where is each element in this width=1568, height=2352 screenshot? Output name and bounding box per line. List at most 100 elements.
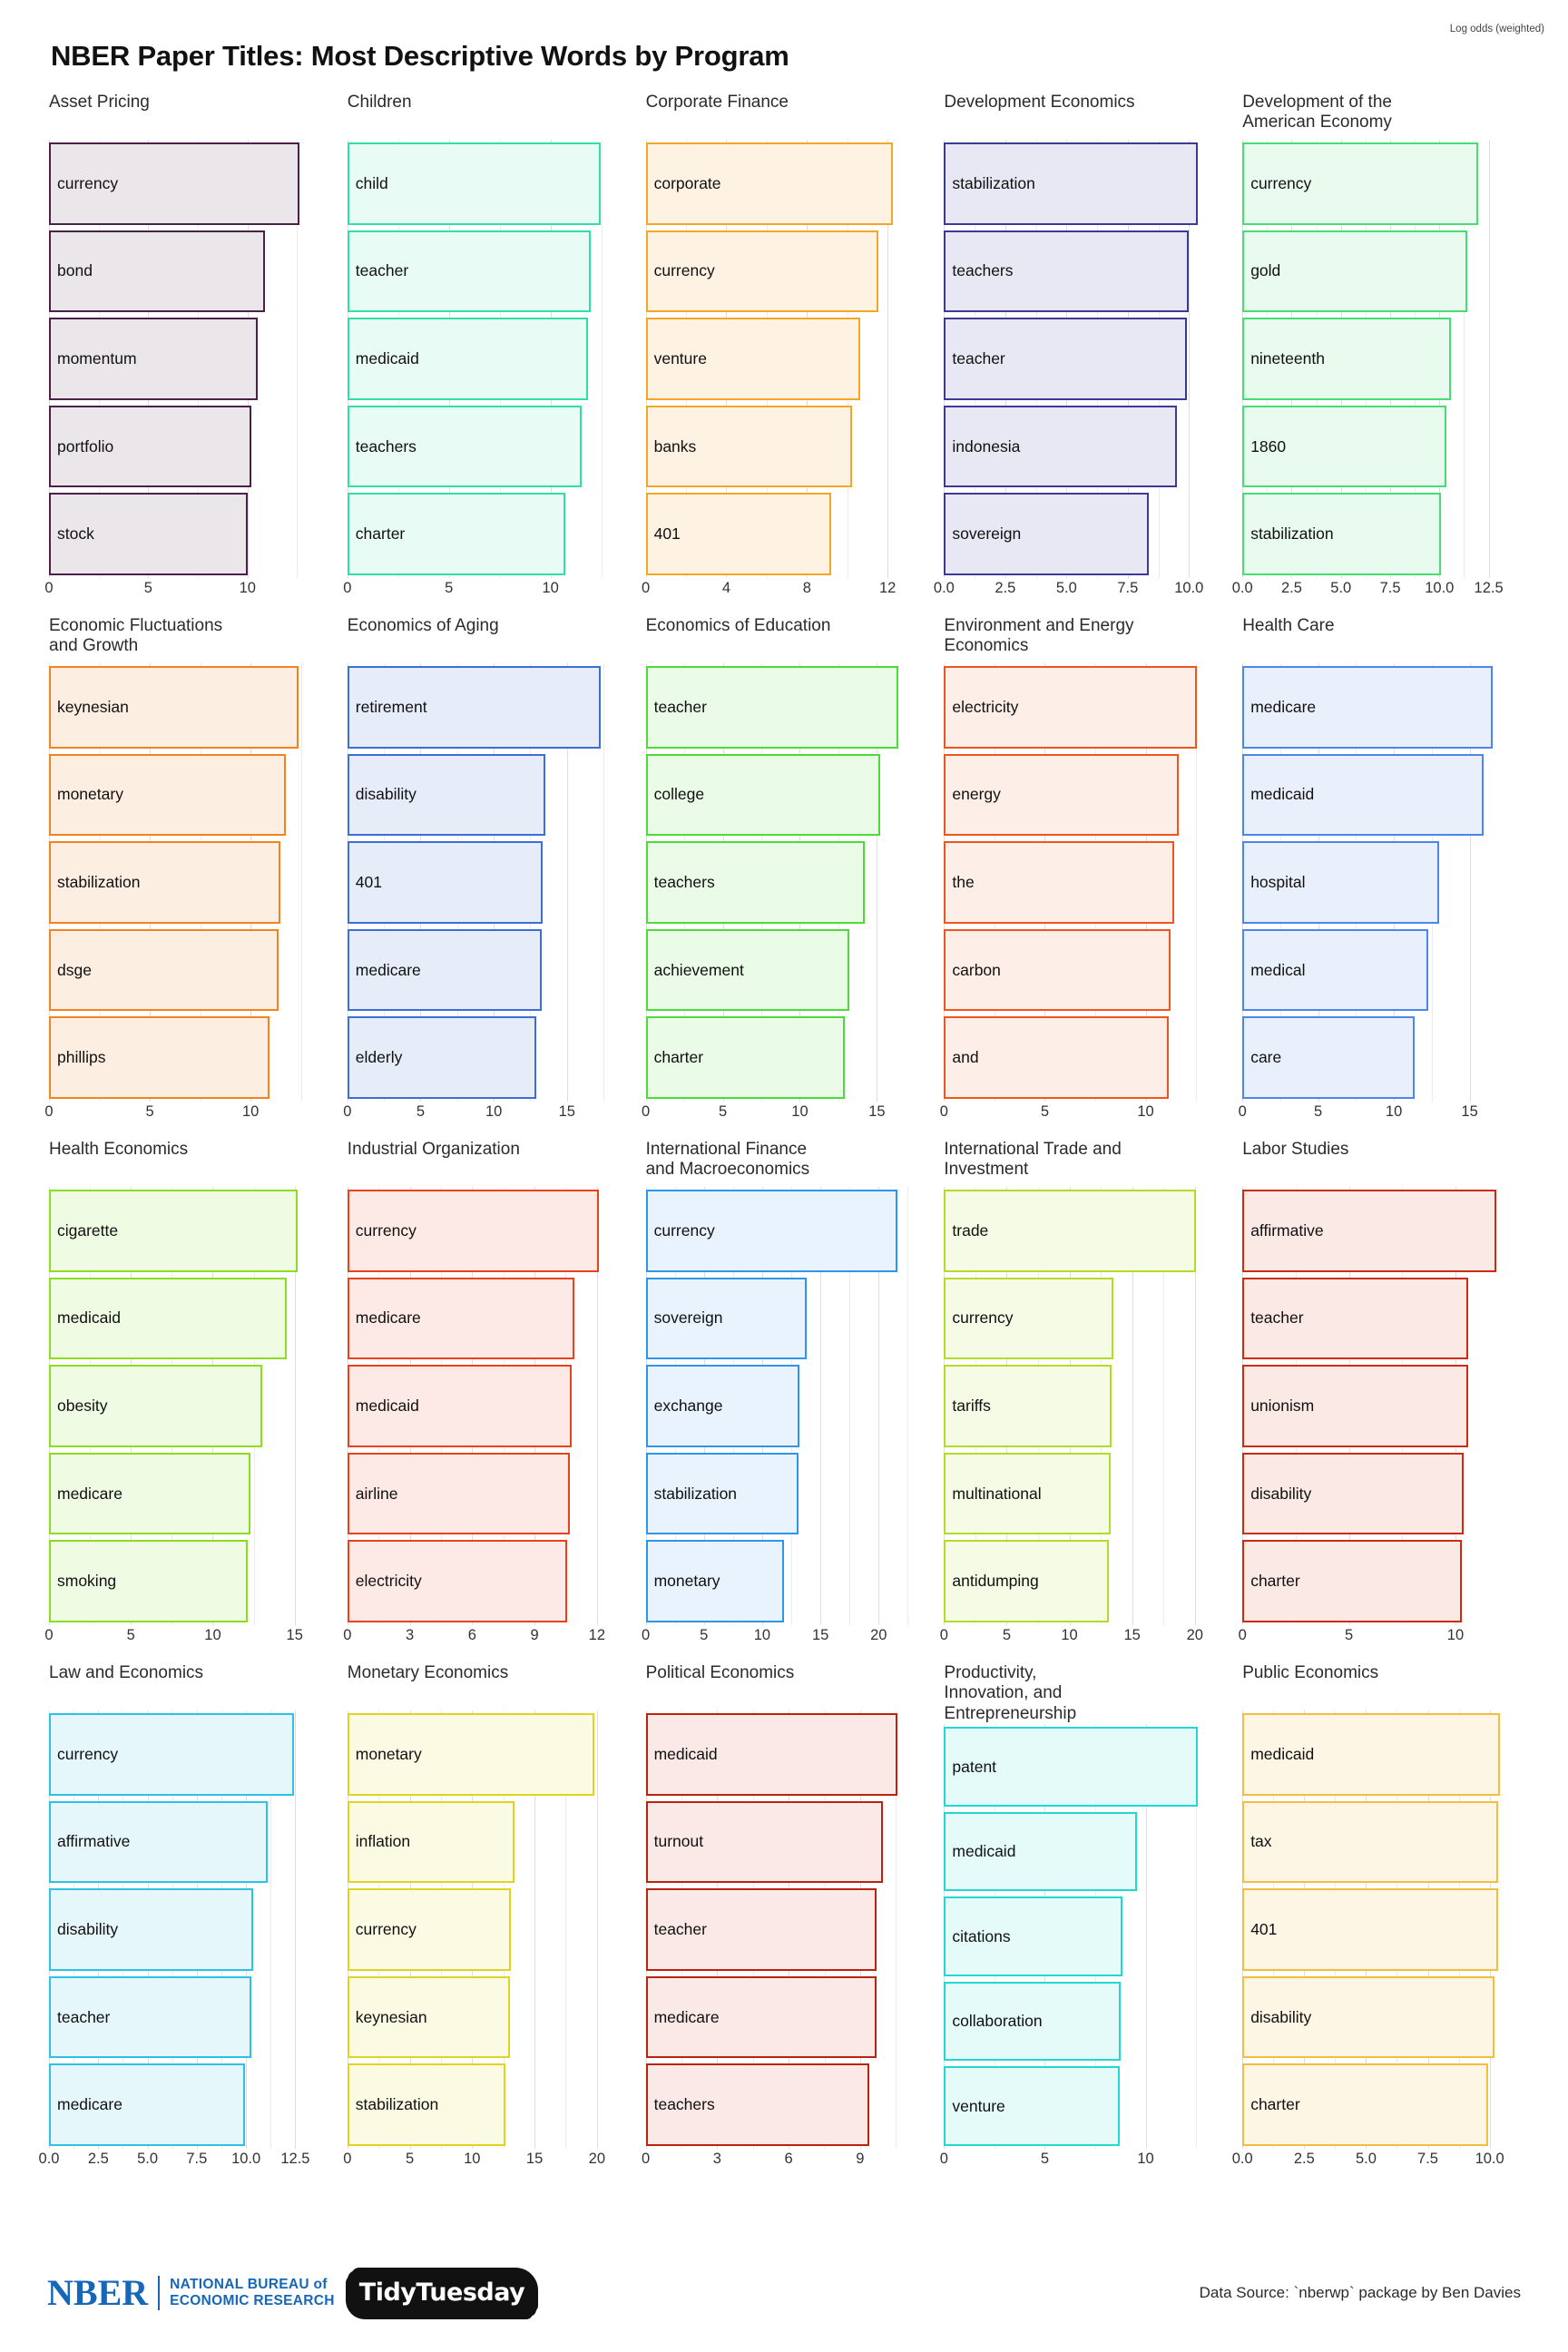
bar-row: teacher — [944, 315, 1206, 403]
bar: stabilization — [49, 841, 281, 924]
bar: hospital — [1242, 841, 1440, 924]
axis-tick-label: 2.5 — [87, 2151, 109, 2167]
bar-row: teachers — [645, 2061, 908, 2149]
bar: momentum — [49, 318, 258, 400]
bar-row: portfolio — [49, 403, 311, 491]
axis-tick-label: 3 — [712, 2151, 721, 2167]
facet-title: Health Care — [1242, 616, 1335, 635]
bar-label: portfolio — [57, 436, 114, 456]
facet-title: Political Economics — [645, 1663, 795, 1682]
bar-row: and — [944, 1014, 1206, 1102]
bar-label: college — [653, 785, 705, 804]
bar-label: currency — [653, 261, 715, 280]
bar: medicare — [347, 1277, 574, 1360]
bar: energy — [944, 753, 1180, 837]
bar-row: medicaid — [347, 315, 610, 403]
bar-label: tariffs — [952, 1396, 991, 1415]
axis-tick-label: 5 — [445, 580, 454, 596]
axis-tick-label: 5.0 — [1330, 580, 1352, 596]
axis-tick-label: 15 — [286, 1627, 303, 1643]
plot-panel: currency sovereign exchange stabilization mo… — [645, 1187, 909, 1625]
bar-row: dsge — [49, 926, 311, 1014]
bar: electricity — [944, 666, 1198, 749]
bar: keynesian — [49, 666, 299, 749]
bar-series: corporate currency venture banks 401 — [645, 140, 908, 578]
bar-series: child teacher medicaid teachers charter — [347, 140, 610, 578]
bar-row: keynesian — [347, 1974, 610, 2062]
bar: sovereign — [944, 493, 1149, 575]
bar-label: charter — [1250, 2095, 1300, 2114]
bar-label: medicaid — [1250, 1744, 1315, 1763]
bar-row: medicaid — [49, 1275, 311, 1363]
plot-panel: monetary inflation currency keynesian stabil… — [347, 1710, 610, 2149]
x-axis: 0 5 10 15 20 — [642, 1625, 908, 1656]
bar-label: teacher — [653, 697, 707, 716]
bar-label: stabilization — [57, 872, 141, 891]
bar: charter — [645, 1016, 845, 1099]
bar-label: charter — [653, 1048, 704, 1067]
bar-series: keynesian monetary stabilization dsge philli… — [49, 663, 311, 1102]
bar-label: disability — [1250, 2007, 1312, 2026]
bar: currency — [49, 1713, 295, 1796]
bar: medicaid — [1242, 753, 1484, 837]
bar: college — [645, 753, 880, 837]
bar-row: affirmative — [49, 1798, 311, 1886]
page-title: NBER Paper Titles: Most Descriptive Word… — [51, 40, 789, 72]
bar-series: currency bond momentum portfolio stock — [49, 140, 311, 578]
bar: phillips — [49, 1016, 270, 1099]
bar-row: stabilization — [944, 140, 1206, 228]
bar: child — [347, 142, 601, 225]
bar-row: disability — [1242, 1974, 1504, 2062]
bar: teacher — [1242, 1277, 1469, 1360]
bar-row: medicare — [49, 1450, 311, 1538]
x-axis: 0 5 10 — [940, 1102, 1206, 1132]
axis-tick-label: 8 — [802, 580, 811, 596]
bar-series: retirement disability 401 medicare elderly — [347, 663, 610, 1102]
bar-label: affirmative — [57, 1832, 131, 1851]
bar-series: medicaid turnout teacher medicare teachers — [645, 1710, 908, 2149]
bar: currency — [1242, 142, 1478, 225]
plot-panel: corporate currency venture banks 401 — [645, 140, 908, 578]
bar: tax — [1242, 1800, 1499, 1884]
axis-tick-label: 0.0 — [38, 2151, 60, 2167]
bar-row: corporate — [645, 140, 908, 228]
bar: medicare — [347, 928, 542, 1012]
x-axis: 0 5 10 15 — [1238, 1102, 1504, 1132]
bar-label: teacher — [653, 1919, 707, 1938]
bar-label: exchange — [653, 1396, 723, 1415]
bar-series: stabilization teachers teacher indonesia sov… — [944, 140, 1206, 578]
axis-tick-label: 20 — [870, 1627, 887, 1643]
bar-label: hospital — [1250, 872, 1306, 891]
bar-label: phillips — [57, 1048, 106, 1067]
bar: antidumping — [944, 1540, 1110, 1622]
nber-logo: NBER NATIONAL BUREAU of ECONOMIC RESEARC… — [47, 2275, 335, 2311]
footer: NBER NATIONAL BUREAU of ECONOMIC RESEARC… — [0, 2234, 1568, 2352]
axis-tick-label: 0.0 — [933, 580, 955, 596]
bar: teachers — [645, 841, 865, 924]
bar: teachers — [645, 2063, 870, 2146]
axis-tick-label: 5 — [143, 580, 152, 596]
x-axis: 0.0 2.5 5.0 7.5 10.0 12.5 — [39, 2149, 311, 2180]
x-axis: 0.0 2.5 5.0 7.5 10.0 — [934, 578, 1206, 609]
bar-label: indonesia — [952, 436, 1021, 456]
bar-series: currency sovereign exchange stabilization mo… — [645, 1187, 908, 1625]
axis-tick-label: 5 — [416, 1103, 426, 1120]
axis-tick-label: 0 — [44, 1627, 54, 1643]
axis-tick-label: 7.5 — [1417, 2151, 1438, 2167]
bar-label: energy — [952, 785, 1001, 804]
bar-row: nineteenth — [1242, 315, 1504, 403]
logo-group: NBER NATIONAL BUREAU of ECONOMIC RESEARC… — [47, 2269, 537, 2317]
axis-tick-label: 9 — [530, 1627, 539, 1643]
bar-row: exchange — [645, 1362, 908, 1450]
bar-label: bond — [57, 261, 93, 280]
axis-tick-label: 3 — [405, 1627, 415, 1643]
bar-label: teachers — [952, 261, 1014, 280]
facet-title: Economics of Education — [645, 616, 831, 635]
bar-label: medicare — [355, 960, 421, 979]
bar-row: medicaid — [944, 1809, 1206, 1895]
bar: gold — [1242, 230, 1467, 313]
plot-panel: keynesian monetary stabilization dsge philli… — [49, 663, 311, 1102]
axis-tick-label: 0 — [1238, 1103, 1247, 1120]
bar-row: monetary — [347, 1710, 610, 1798]
bar: multinational — [944, 1452, 1112, 1535]
